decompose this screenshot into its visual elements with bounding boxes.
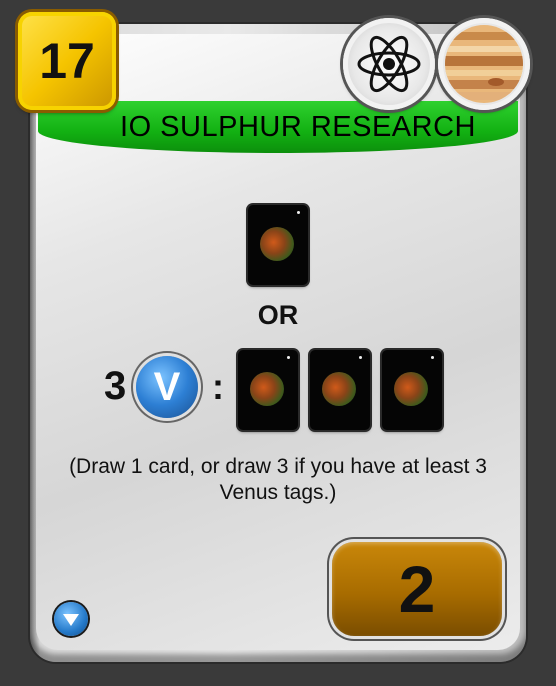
card-icon xyxy=(238,350,298,430)
card-icon xyxy=(248,205,308,285)
chevron-down-icon xyxy=(63,614,79,626)
venus-tag-icon: V xyxy=(136,356,198,418)
card-title: IO SULPHUR RESEARCH xyxy=(120,110,476,143)
jovian-tag-icon xyxy=(438,18,530,110)
title-banner: IO SULPHUR RESEARCH xyxy=(38,101,518,153)
or-label: OR xyxy=(257,300,299,330)
victory-points-value: 2 xyxy=(398,552,436,626)
science-tag-icon xyxy=(343,18,435,110)
mars-icon xyxy=(260,227,294,261)
mars-icon xyxy=(322,372,356,406)
venus-tag-letter: V xyxy=(153,364,181,409)
colon-separator: : xyxy=(212,366,224,407)
card-icon xyxy=(310,350,370,430)
mars-icon xyxy=(250,372,284,406)
card-description: (Draw 1 card, or draw 3 if you have at l… xyxy=(69,455,487,504)
mars-icon xyxy=(394,372,428,406)
expand-button[interactable] xyxy=(54,602,88,636)
card-icon xyxy=(382,350,442,430)
cost-value: 17 xyxy=(39,33,95,89)
cost-badge: 17 xyxy=(18,12,116,110)
requirement-count: 3 xyxy=(104,364,127,408)
victory-points-badge: 2 xyxy=(332,542,502,636)
